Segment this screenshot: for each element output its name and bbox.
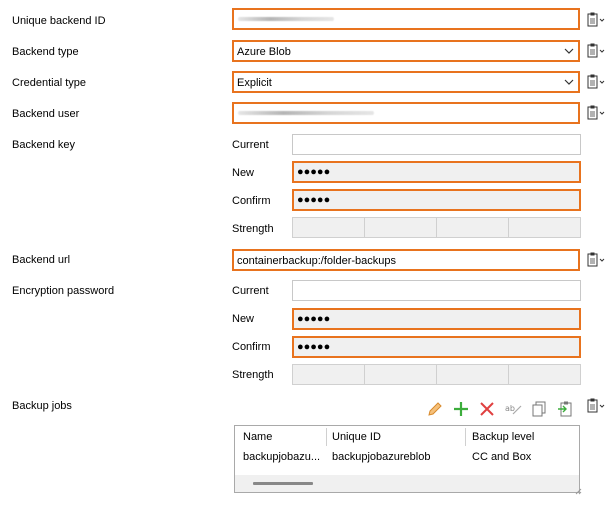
label-encryption-password: Encryption password <box>12 285 115 297</box>
clipboard-icon[interactable] <box>586 398 608 414</box>
masked-value: ●●●●● <box>297 313 331 325</box>
masked-value: ●●●●● <box>297 166 331 178</box>
redacted-value <box>238 111 374 115</box>
backend-key-new-field[interactable]: ●●●●● <box>292 161 581 183</box>
backend-key-strength-label: Strength <box>232 223 274 235</box>
backend-key-new-label: New <box>232 167 255 179</box>
paste-icon[interactable] <box>556 400 574 418</box>
backend-type-select[interactable]: Azure Blob <box>232 40 580 62</box>
credential-type-select[interactable]: Explicit <box>232 71 580 93</box>
encryption-current-field[interactable] <box>292 280 581 301</box>
column-header-unique-id[interactable]: Unique ID <box>332 431 381 444</box>
redacted-value <box>238 17 334 21</box>
column-header-backup-level[interactable]: Backup level <box>472 431 534 444</box>
credential-type-value: Explicit <box>237 77 272 89</box>
delete-icon[interactable] <box>478 400 496 418</box>
label-backend-url: Backend url <box>12 254 71 266</box>
encryption-new-label: New <box>232 313 255 325</box>
chevron-down-icon <box>564 48 574 54</box>
table-cell-backup-level[interactable]: CC and Box <box>472 451 531 464</box>
masked-value: ●●●●● <box>297 194 331 206</box>
add-icon[interactable] <box>452 400 470 418</box>
backend-key-current-field[interactable] <box>292 134 581 155</box>
backend-key-confirm-field[interactable]: ●●●●● <box>292 189 581 211</box>
backend-user-field[interactable] <box>232 102 580 124</box>
encryption-current-label: Current <box>232 285 269 297</box>
table-cell-unique-id[interactable]: backupjobazureblob <box>332 451 430 464</box>
column-divider <box>465 428 466 446</box>
scrollbar-thumb[interactable] <box>253 482 313 485</box>
table-cell-name[interactable]: backupjobazu... <box>243 451 320 464</box>
clipboard-icon[interactable] <box>586 12 608 28</box>
label-unique-backend-id: Unique backend ID <box>12 15 106 27</box>
svg-text:ab: ab <box>505 404 515 413</box>
resize-grip-icon[interactable] <box>574 487 582 495</box>
clipboard-icon[interactable] <box>586 74 608 90</box>
label-backend-user: Backend user <box>12 108 80 120</box>
copy-icon[interactable] <box>530 400 548 418</box>
clipboard-icon[interactable] <box>586 43 608 59</box>
horizontal-scrollbar[interactable] <box>235 475 579 492</box>
label-backend-key: Backend key <box>12 139 75 151</box>
clipboard-icon[interactable] <box>586 105 608 121</box>
encryption-new-field[interactable]: ●●●●● <box>292 308 581 330</box>
backend-key-current-label: Current <box>232 139 269 151</box>
backend-url-value: containerbackup:/folder-backups <box>237 255 396 267</box>
label-backup-jobs: Backup jobs <box>12 400 72 412</box>
encryption-confirm-label: Confirm <box>232 341 271 353</box>
backend-url-field[interactable]: containerbackup:/folder-backups <box>232 249 580 271</box>
backend-type-value: Azure Blob <box>237 46 291 58</box>
clipboard-icon[interactable] <box>586 252 608 268</box>
backup-jobs-grid[interactable]: Name Unique ID Backup level backupjobazu… <box>234 425 580 493</box>
column-divider <box>326 428 327 446</box>
encryption-confirm-field[interactable]: ●●●●● <box>292 336 581 358</box>
masked-value: ●●●●● <box>297 341 331 353</box>
encryption-strength-meter <box>292 364 581 385</box>
backend-key-strength-meter <box>292 217 581 238</box>
unique-backend-id-field[interactable] <box>232 8 580 30</box>
encryption-strength-label: Strength <box>232 369 274 381</box>
label-backend-type: Backend type <box>12 46 79 58</box>
edit-icon[interactable] <box>426 400 444 418</box>
chevron-down-icon <box>564 79 574 85</box>
backend-key-confirm-label: Confirm <box>232 195 271 207</box>
column-header-name[interactable]: Name <box>243 431 272 444</box>
label-credential-type: Credential type <box>12 77 86 89</box>
spellcheck-icon[interactable]: ab <box>504 400 522 418</box>
